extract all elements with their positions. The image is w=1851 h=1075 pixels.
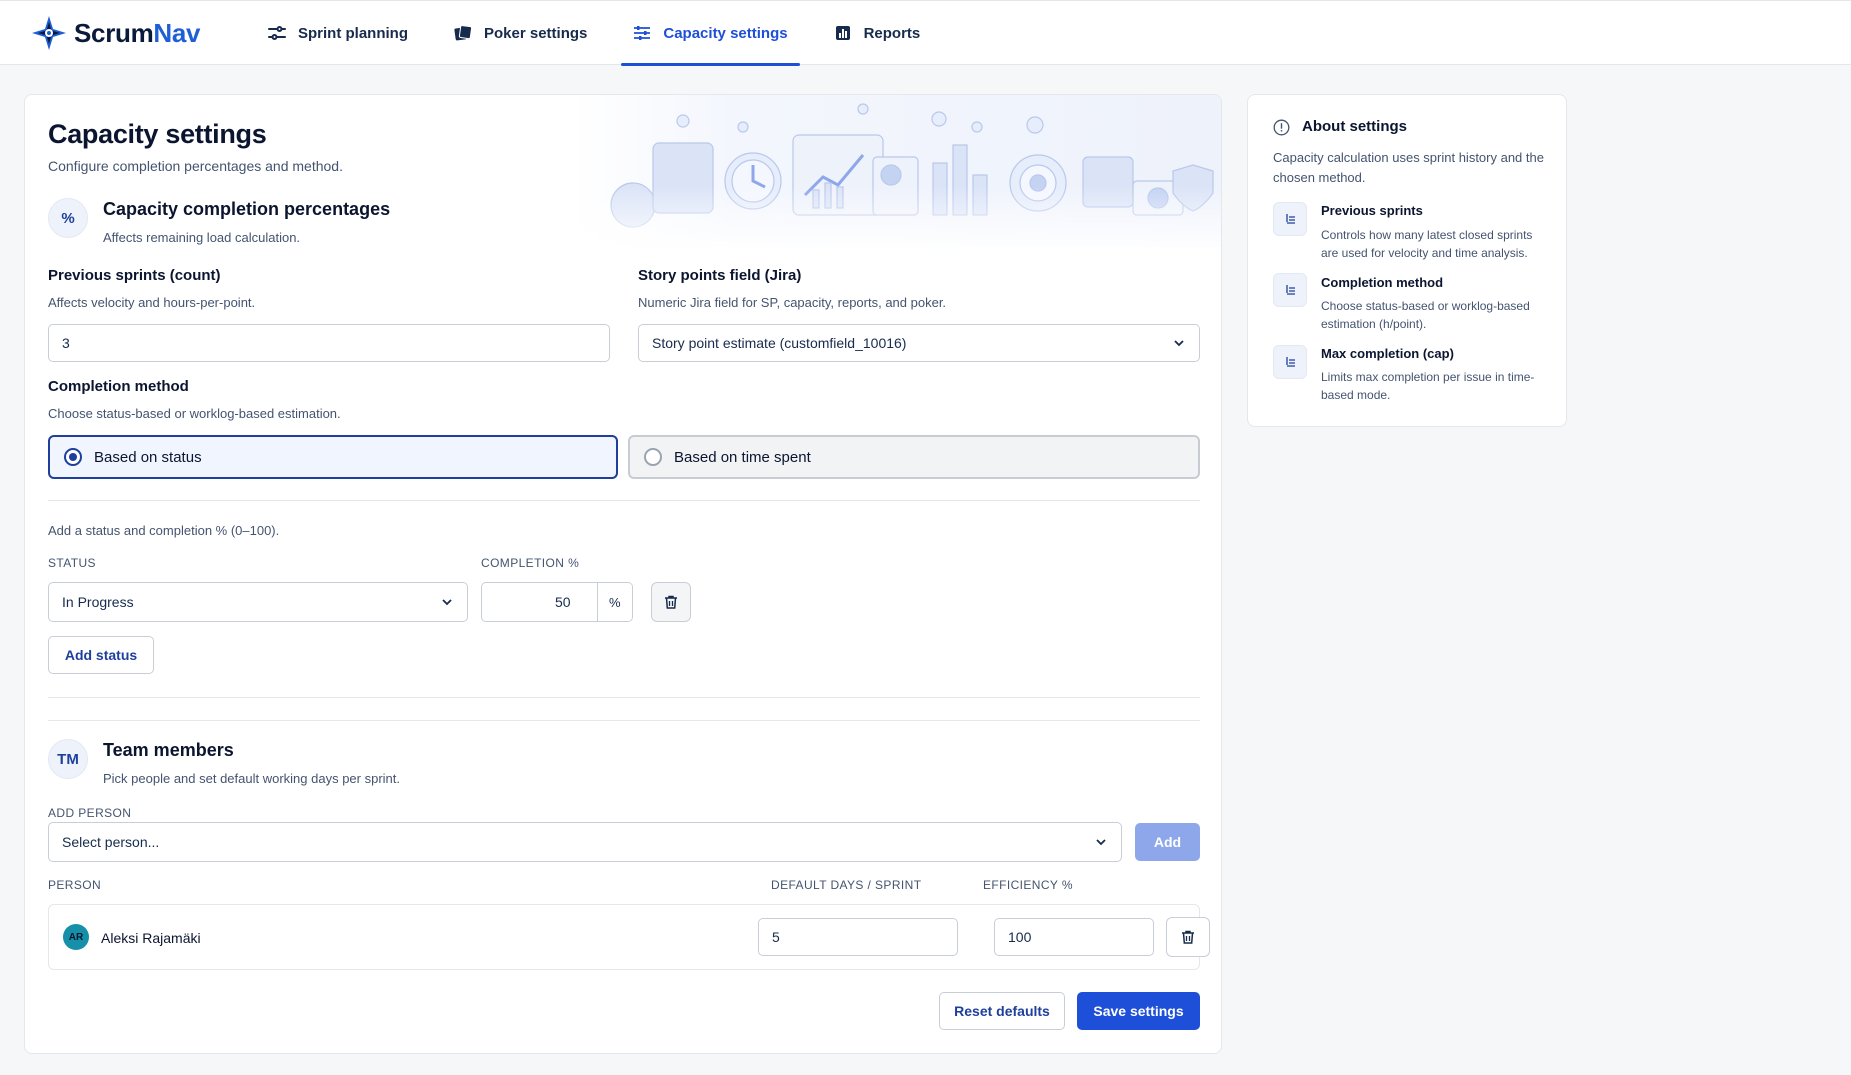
delete-status-button[interactable]	[651, 582, 691, 622]
add-person-button[interactable]: Add	[1135, 823, 1200, 861]
status-value: In Progress	[62, 594, 134, 610]
planning-icon	[268, 24, 286, 42]
person-select[interactable]: Select person...	[48, 822, 1122, 862]
page-subtitle: Configure completion percentages and met…	[48, 158, 343, 174]
nav-label: Capacity settings	[663, 24, 788, 42]
nav-label: Reports	[863, 24, 921, 42]
person-column-header: PERSON	[48, 878, 102, 892]
nav-poker-settings[interactable]: Poker settings	[450, 1, 591, 65]
person-select-placeholder: Select person...	[62, 834, 160, 850]
method-option-label: Based on time spent	[674, 448, 811, 466]
add-status-button[interactable]: Add status	[48, 636, 154, 674]
about-item-title: Max completion (cap)	[1321, 346, 1454, 361]
method-option-status[interactable]: Based on status	[48, 435, 618, 479]
days-column-header: DEFAULT DAYS / SPRINT	[771, 878, 922, 892]
compass-logo-icon	[32, 16, 66, 50]
about-item-desc: Controls how many latest closed sprints …	[1321, 228, 1533, 260]
chevron-down-icon	[442, 599, 452, 606]
trash-icon	[1182, 930, 1194, 944]
about-item-title: Previous sprints	[1321, 203, 1423, 218]
team-badge-icon: TM	[48, 739, 88, 779]
efficiency-column-header: EFFICIENCY %	[983, 878, 1073, 892]
status-help: Add a status and completion % (0–100).	[48, 523, 280, 538]
team-member-row: AR Aleksi Rajamäki 5 100	[48, 904, 1210, 970]
completion-method-label: Completion method	[48, 378, 189, 395]
divider	[48, 697, 1200, 698]
member-days-input[interactable]: 5	[758, 918, 958, 956]
member-name: Aleksi Rajamäki	[101, 930, 201, 946]
story-points-help: Numeric Jira field for SP, capacity, rep…	[638, 295, 947, 310]
method-option-time-spent[interactable]: Based on time spent	[628, 435, 1200, 479]
divider	[48, 720, 1200, 721]
nav-label: Sprint planning	[298, 24, 408, 42]
about-item-title: Completion method	[1321, 275, 1444, 290]
chevron-down-icon	[1174, 340, 1184, 347]
percent-badge-icon: %	[48, 198, 88, 238]
completion-percent-field[interactable]: 50 %	[481, 582, 633, 622]
method-option-label: Based on status	[94, 448, 202, 466]
info-icon	[1273, 119, 1290, 136]
section-subtitle-team: Pick people and set default working days…	[103, 771, 401, 786]
previous-sprints-help: Affects velocity and hours-per-point.	[48, 295, 256, 310]
divider	[48, 500, 1200, 501]
brand-name-part2: Nav	[153, 17, 201, 48]
section-title-team: Team members	[103, 740, 234, 760]
previous-sprints-input[interactable]: 3	[48, 324, 610, 362]
about-settings-panel: About settings Capacity calculation uses…	[1247, 94, 1567, 427]
capacity-settings-card: Capacity settings Configure completion p…	[24, 94, 1222, 1054]
story-points-select[interactable]: Story point estimate (customfield_10016)	[638, 324, 1200, 362]
save-settings-button[interactable]: Save settings	[1077, 992, 1200, 1030]
nav-capacity-settings[interactable]: Capacity settings	[621, 1, 800, 66]
top-navigation-bar: ScrumNav Sprint planning Poker settings …	[0, 0, 1851, 66]
about-title: About settings	[1302, 118, 1407, 135]
list-icon	[1273, 345, 1307, 379]
status-column-header: STATUS	[48, 556, 96, 570]
list-icon	[1273, 202, 1307, 236]
delete-member-button[interactable]	[1166, 917, 1210, 957]
sliders-icon	[633, 24, 651, 42]
nav-sprint-planning[interactable]: Sprint planning	[264, 1, 412, 65]
story-points-value: Story point estimate (customfield_10016)	[652, 335, 907, 351]
radio-selected[interactable]	[64, 448, 82, 466]
section-title-completion: Capacity completion percentages	[103, 199, 391, 219]
about-item-desc: Choose status-based or worklog-based est…	[1321, 299, 1530, 331]
avatar: AR	[63, 924, 89, 950]
nav-reports[interactable]: Reports	[830, 1, 925, 65]
main-nav: Sprint planning Poker settings Capacity …	[264, 1, 962, 66]
bar-chart-icon	[834, 24, 852, 42]
completion-percent-input[interactable]: 50	[482, 583, 597, 621]
trash-icon	[665, 595, 677, 609]
previous-sprints-label: Previous sprints (count)	[48, 267, 221, 284]
completion-column-header: COMPLETION %	[481, 556, 580, 570]
story-points-label: Story points field (Jira)	[638, 267, 802, 284]
status-select[interactable]: In Progress	[48, 582, 468, 622]
percent-unit: %	[596, 583, 632, 621]
reset-defaults-button[interactable]: Reset defaults	[939, 992, 1065, 1030]
completion-method-help: Choose status-based or worklog-based est…	[48, 406, 341, 421]
brand-name: ScrumNav	[74, 17, 201, 49]
cards-icon	[454, 24, 472, 42]
page-title: Capacity settings	[48, 119, 267, 149]
add-person-label: ADD PERSON	[48, 806, 132, 820]
member-efficiency-input[interactable]: 100	[994, 918, 1154, 956]
hero-illustration	[573, 95, 1221, 247]
radio-unselected[interactable]	[644, 448, 662, 466]
chevron-down-icon	[1096, 839, 1106, 846]
app-logo[interactable]: ScrumNav	[30, 14, 201, 52]
about-item-desc: Limits max completion per issue in time-…	[1321, 370, 1535, 402]
about-description: Capacity calculation uses sprint history…	[1273, 150, 1544, 185]
brand-name-part1: Scrum	[74, 17, 154, 48]
nav-label: Poker settings	[484, 24, 588, 42]
section-subtitle-completion: Affects remaining load calculation.	[103, 230, 301, 245]
list-icon	[1273, 273, 1307, 307]
